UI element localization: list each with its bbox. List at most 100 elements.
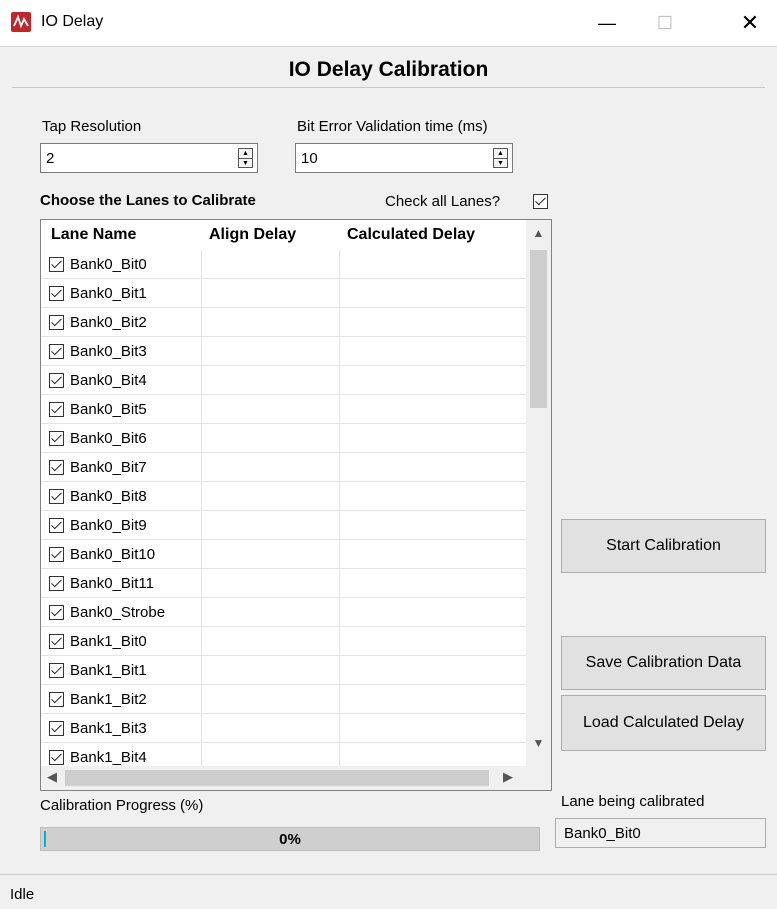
calculated-delay-cell[interactable] <box>339 453 526 481</box>
scroll-left-icon[interactable]: ◀ <box>47 769 57 785</box>
lane-checkbox[interactable] <box>49 314 64 330</box>
calculated-delay-cell[interactable] <box>339 366 526 394</box>
close-button[interactable]: ✕ <box>723 0 777 46</box>
start-calibration-button[interactable]: Start Calibration <box>561 519 766 573</box>
spin-down-icon[interactable]: ▼ <box>494 159 507 168</box>
table-row[interactable]: Bank0_Bit7 <box>41 453 526 482</box>
table-row[interactable]: Bank1_Bit1 <box>41 656 526 685</box>
horizontal-scroll-thumb[interactable] <box>65 770 489 786</box>
align-delay-cell[interactable] <box>201 366 340 394</box>
spin-up-icon[interactable]: ▲ <box>494 149 507 159</box>
lane-checkbox[interactable] <box>49 488 64 504</box>
lane-name-cell[interactable]: Bank0_Bit5 <box>49 401 147 418</box>
lane-checkbox[interactable] <box>49 430 64 446</box>
lane-name-cell[interactable]: Bank0_Bit9 <box>49 517 147 534</box>
check-all-checkbox[interactable] <box>533 194 548 209</box>
lane-name-cell[interactable]: Bank0_Bit7 <box>49 459 147 476</box>
lane-name-cell[interactable]: Bank0_Bit8 <box>49 488 147 505</box>
calculated-delay-cell[interactable] <box>339 714 526 742</box>
lane-name-cell[interactable]: Bank1_Bit0 <box>49 633 147 650</box>
align-delay-cell[interactable] <box>201 453 340 481</box>
lane-name-cell[interactable]: Bank0_Bit2 <box>49 314 147 331</box>
calculated-delay-cell[interactable] <box>339 598 526 626</box>
calculated-delay-cell[interactable] <box>339 279 526 307</box>
lane-name-cell[interactable]: Bank0_Bit6 <box>49 430 147 447</box>
calculated-delay-cell[interactable] <box>339 656 526 684</box>
lane-checkbox[interactable] <box>49 575 64 591</box>
align-delay-cell[interactable] <box>201 424 340 452</box>
table-row[interactable]: Bank0_Bit8 <box>41 482 526 511</box>
align-delay-cell[interactable] <box>201 308 340 336</box>
lane-checkbox[interactable] <box>49 633 64 649</box>
lane-name-cell[interactable]: Bank0_Bit11 <box>49 575 154 592</box>
table-row[interactable]: Bank0_Bit3 <box>41 337 526 366</box>
calculated-delay-cell[interactable] <box>339 627 526 655</box>
align-delay-cell[interactable] <box>201 337 340 365</box>
calculated-delay-cell[interactable] <box>339 511 526 539</box>
table-row[interactable]: Bank1_Bit4 <box>41 743 526 766</box>
align-delay-cell[interactable] <box>201 714 340 742</box>
lane-checkbox[interactable] <box>49 749 64 765</box>
table-row[interactable]: Bank0_Bit6 <box>41 424 526 453</box>
bit-error-input[interactable]: 10 ▲ ▼ <box>295 143 513 173</box>
spin-down-icon[interactable]: ▼ <box>239 159 252 168</box>
column-header-align-delay[interactable]: Align Delay <box>209 226 296 244</box>
lane-checkbox[interactable] <box>49 604 64 620</box>
calculated-delay-cell[interactable] <box>339 540 526 568</box>
align-delay-cell[interactable] <box>201 627 340 655</box>
align-delay-cell[interactable] <box>201 482 340 510</box>
table-row[interactable]: Bank0_Bit1 <box>41 279 526 308</box>
spin-up-icon[interactable]: ▲ <box>239 149 252 159</box>
lanes-grid[interactable]: Lane Name Align Delay Calculated Delay B… <box>40 219 552 791</box>
tap-resolution-spinner[interactable]: ▲ ▼ <box>238 148 253 168</box>
calculated-delay-cell[interactable] <box>339 482 526 510</box>
lane-checkbox[interactable] <box>49 343 64 359</box>
table-row[interactable]: Bank0_Bit2 <box>41 308 526 337</box>
table-row[interactable]: Bank1_Bit0 <box>41 627 526 656</box>
align-delay-cell[interactable] <box>201 685 340 713</box>
calculated-delay-cell[interactable] <box>339 337 526 365</box>
lane-name-cell[interactable]: Bank1_Bit2 <box>49 691 147 708</box>
lane-name-cell[interactable]: Bank1_Bit3 <box>49 720 147 737</box>
align-delay-cell[interactable] <box>201 743 340 766</box>
table-row[interactable]: Bank1_Bit2 <box>41 685 526 714</box>
vertical-scroll-thumb[interactable] <box>530 250 547 408</box>
maximize-button[interactable]: ☐ <box>638 0 692 46</box>
minimize-button[interactable]: — <box>580 0 634 46</box>
lane-checkbox[interactable] <box>49 401 64 417</box>
calculated-delay-cell[interactable] <box>339 685 526 713</box>
table-row[interactable]: Bank0_Strobe <box>41 598 526 627</box>
lane-checkbox[interactable] <box>49 285 64 301</box>
calculated-delay-cell[interactable] <box>339 743 526 766</box>
lane-checkbox[interactable] <box>49 662 64 678</box>
align-delay-cell[interactable] <box>201 279 340 307</box>
lane-checkbox[interactable] <box>49 546 64 562</box>
table-row[interactable]: Bank0_Bit5 <box>41 395 526 424</box>
lane-name-cell[interactable]: Bank0_Bit0 <box>49 256 147 273</box>
lane-name-cell[interactable]: Bank0_Bit1 <box>49 285 147 302</box>
lane-checkbox[interactable] <box>49 256 64 272</box>
calculated-delay-cell[interactable] <box>339 250 526 278</box>
horizontal-scrollbar[interactable]: ◀ ▶ <box>41 766 526 790</box>
align-delay-cell[interactable] <box>201 598 340 626</box>
table-row[interactable]: Bank0_Bit4 <box>41 366 526 395</box>
scroll-right-icon[interactable]: ▶ <box>503 769 513 785</box>
align-delay-cell[interactable] <box>201 656 340 684</box>
lane-checkbox[interactable] <box>49 691 64 707</box>
calculated-delay-cell[interactable] <box>339 395 526 423</box>
lane-name-cell[interactable]: Bank1_Bit4 <box>49 749 147 766</box>
calculated-delay-cell[interactable] <box>339 308 526 336</box>
scroll-down-icon[interactable]: ▼ <box>526 736 551 750</box>
table-row[interactable]: Bank0_Bit0 <box>41 250 526 279</box>
table-row[interactable]: Bank0_Bit10 <box>41 540 526 569</box>
bit-error-spinner[interactable]: ▲ ▼ <box>493 148 508 168</box>
calculated-delay-cell[interactable] <box>339 424 526 452</box>
lane-checkbox[interactable] <box>49 459 64 475</box>
align-delay-cell[interactable] <box>201 511 340 539</box>
column-header-lane-name[interactable]: Lane Name <box>51 226 136 244</box>
table-row[interactable]: Bank1_Bit3 <box>41 714 526 743</box>
column-header-calculated-delay[interactable]: Calculated Delay <box>347 226 475 244</box>
lane-checkbox[interactable] <box>49 517 64 533</box>
lane-checkbox[interactable] <box>49 372 64 388</box>
save-calibration-data-button[interactable]: Save Calibration Data <box>561 636 766 690</box>
